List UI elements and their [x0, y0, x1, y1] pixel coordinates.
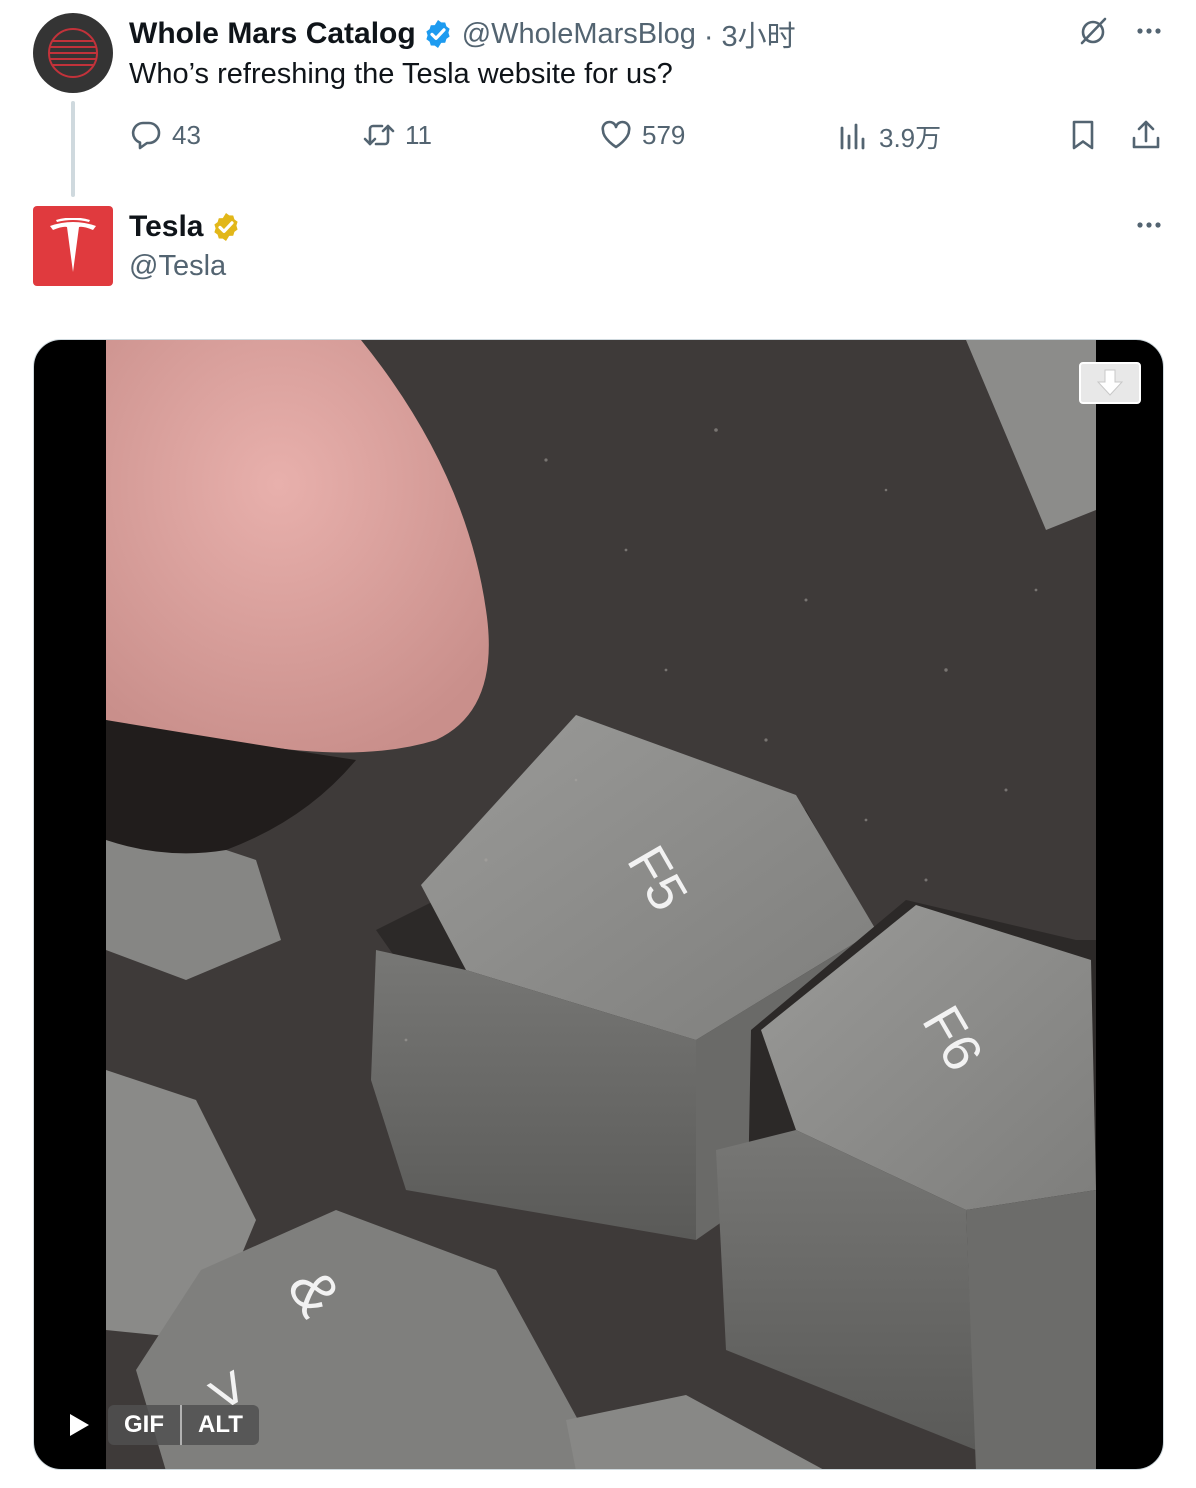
- share-button[interactable]: [1129, 118, 1163, 152]
- more-icon[interactable]: [1132, 208, 1166, 242]
- thread-line: [71, 101, 75, 197]
- tweet-action-bar: 43 11 579 3.9万: [129, 118, 1169, 164]
- views-icon: [840, 123, 865, 149]
- more-icon[interactable]: [1132, 14, 1166, 48]
- tesla-logo-icon: [50, 218, 96, 272]
- reply-button[interactable]: 43: [129, 118, 201, 152]
- views-button[interactable]: 3.9万: [836, 118, 941, 155]
- like-icon: [601, 120, 631, 149]
- repost-count: 11: [405, 119, 432, 150]
- download-icon: [1096, 369, 1124, 396]
- like-button[interactable]: 579: [599, 118, 685, 152]
- media-controls: GIF ALT: [60, 1405, 259, 1445]
- author-name[interactable]: Tesla: [129, 210, 204, 244]
- reply-tweet-header: Tesla: [129, 207, 242, 247]
- tesla-avatar[interactable]: [33, 206, 113, 286]
- repost-icon: [363, 124, 395, 146]
- keyboard-illustration: F5 F6 & >: [106, 340, 1096, 1469]
- original-tweet-header: Whole Mars Catalog @WholeMarsBlog · 3小时: [129, 14, 796, 54]
- like-count: 579: [642, 119, 686, 150]
- tweet-text: Who’s refreshing the Tesla website for u…: [129, 58, 673, 90]
- author-handle[interactable]: @WholeMarsBlog: [462, 18, 696, 51]
- mars-logo-icon: [48, 28, 98, 78]
- verified-badge-icon[interactable]: [422, 18, 454, 50]
- author-name[interactable]: Whole Mars Catalog: [129, 17, 416, 51]
- share-icon: [1132, 120, 1160, 149]
- views-count: 3.9万: [879, 123, 942, 153]
- repost-button[interactable]: 11: [362, 118, 432, 152]
- tweet-gif-media[interactable]: F5 F6 & > GIF ALT: [33, 339, 1164, 1470]
- reply-count: 43: [172, 119, 201, 150]
- author-handle[interactable]: @Tesla: [129, 250, 226, 283]
- bookmark-icon: [1072, 120, 1094, 150]
- download-button[interactable]: [1079, 362, 1141, 404]
- tweet-time[interactable]: · 3小时: [704, 13, 796, 55]
- grok-icon[interactable]: [1076, 14, 1110, 48]
- play-icon[interactable]: [60, 1407, 96, 1443]
- reply-icon: [131, 121, 161, 150]
- verified-gold-badge-icon[interactable]: [210, 211, 242, 243]
- tweet-top-icons: [1076, 14, 1166, 48]
- keyboard-gif-frame: F5 F6 & >: [106, 340, 1096, 1469]
- whole-mars-avatar[interactable]: [33, 13, 113, 93]
- alt-text-button[interactable]: ALT: [182, 1405, 259, 1445]
- bookmark-button[interactable]: [1066, 118, 1100, 152]
- gif-badge[interactable]: GIF: [108, 1405, 182, 1445]
